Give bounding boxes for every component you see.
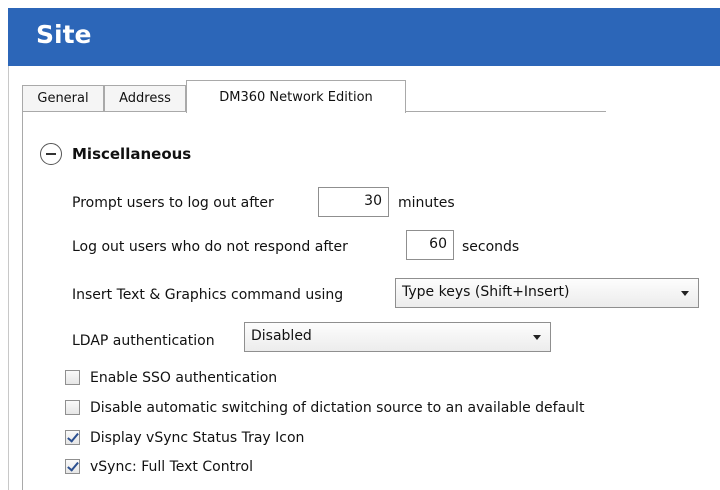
vsync-tray-icon-checkbox[interactable] xyxy=(65,430,80,445)
logout-prompt-unit: minutes xyxy=(398,195,455,211)
vsync-full-text-checkbox[interactable] xyxy=(65,459,80,474)
ldap-label: LDAP authentication xyxy=(72,333,215,349)
insert-command-selected-value: Type keys (Shift+Insert) xyxy=(402,284,570,300)
ldap-selected-value: Disabled xyxy=(251,328,312,344)
vsync-full-text-label: vSync: Full Text Control xyxy=(90,459,253,475)
insert-command-select[interactable]: Type keys (Shift+Insert) xyxy=(395,278,699,308)
logout-noresponse-unit: seconds xyxy=(462,239,520,255)
enable-sso-checkbox[interactable] xyxy=(65,370,80,385)
disable-auto-switch-label: Disable automatic switching of dictation… xyxy=(90,400,585,416)
disable-auto-switch-checkbox[interactable] xyxy=(65,400,80,415)
logout-prompt-minutes-input[interactable]: 30 xyxy=(318,187,389,217)
chevron-down-icon xyxy=(681,291,689,296)
section-title-miscellaneous: Miscellaneous xyxy=(72,145,192,163)
logout-noresponse-seconds-input[interactable]: 60 xyxy=(406,230,454,260)
tab-general[interactable]: General xyxy=(22,85,104,111)
tab-address[interactable]: Address xyxy=(104,85,186,111)
tab-dm360-network-edition[interactable]: DM360 Network Edition xyxy=(186,80,406,113)
insert-command-label: Insert Text & Graphics command using xyxy=(72,287,344,303)
vsync-tray-icon-label: Display vSync Status Tray Icon xyxy=(90,430,305,446)
logout-prompt-label: Prompt users to log out after xyxy=(72,195,274,211)
window-header: Site xyxy=(8,8,720,66)
minus-circle-icon[interactable] xyxy=(40,143,62,165)
logout-noresponse-label: Log out users who do not respond after xyxy=(72,239,348,255)
ldap-select[interactable]: Disabled xyxy=(244,322,551,352)
enable-sso-label: Enable SSO authentication xyxy=(90,370,278,386)
chevron-down-icon xyxy=(533,335,541,340)
window-title: Site xyxy=(36,20,92,49)
